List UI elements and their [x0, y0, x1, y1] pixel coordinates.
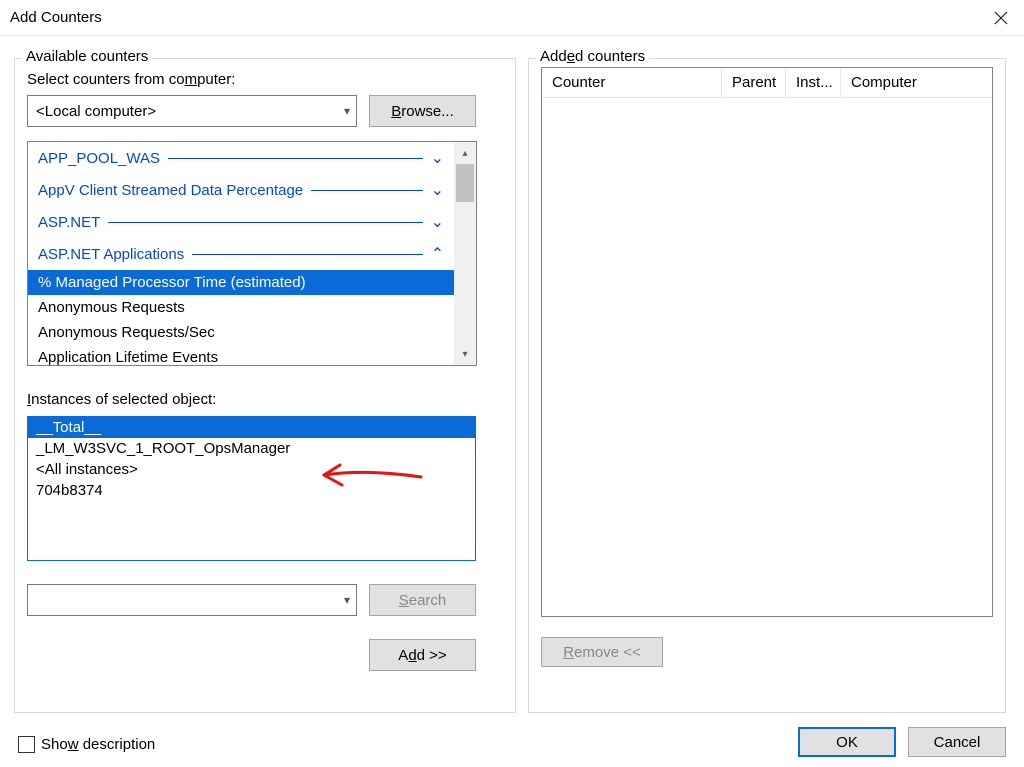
search-combo[interactable]: ▾: [27, 584, 357, 616]
instance-item[interactable]: __Total__: [28, 417, 475, 438]
instance-item[interactable]: <All instances>: [28, 459, 475, 480]
counter-category[interactable]: ASP.NET ⌄: [28, 206, 454, 238]
add-button[interactable]: Add >>: [369, 639, 476, 671]
counter-category[interactable]: APP_POOL_WAS ⌄: [28, 142, 454, 174]
chevron-down-icon: ⌄: [431, 148, 444, 168]
chevron-down-icon: ⌄: [431, 180, 444, 200]
computer-combo-value: <Local computer>: [36, 103, 156, 120]
available-counters-group: Available counters Select counters from …: [14, 58, 516, 713]
scroll-up-icon[interactable]: ▴: [454, 142, 476, 164]
ok-button[interactable]: OK: [798, 727, 896, 757]
select-computer-label: Select counters from computer:: [27, 71, 235, 88]
titlebar: Add Counters: [0, 0, 1024, 36]
col-computer[interactable]: Computer: [841, 68, 992, 98]
scroll-thumb[interactable]: [456, 164, 474, 202]
close-button[interactable]: [978, 0, 1024, 36]
counters-listbox[interactable]: APP_POOL_WAS ⌄ AppV Client Streamed Data…: [27, 141, 477, 366]
remove-button[interactable]: Remove <<: [541, 637, 663, 667]
added-counters-group: Added counters Counter Parent Inst... Co…: [528, 58, 1006, 713]
chevron-down-icon: ▾: [344, 104, 350, 118]
col-instance[interactable]: Inst...: [786, 68, 841, 98]
computer-combo[interactable]: <Local computer> ▾: [27, 95, 357, 127]
available-counters-label: Available counters: [22, 48, 152, 65]
instances-listbox[interactable]: __Total__ _LM_W3SVC_1_ROOT_OpsManager <A…: [27, 416, 476, 561]
counter-item[interactable]: % Managed Processor Time (estimated): [28, 270, 454, 295]
chevron-up-icon: ⌃: [431, 244, 444, 264]
counters-list-inner: APP_POOL_WAS ⌄ AppV Client Streamed Data…: [28, 142, 454, 365]
close-icon: [994, 11, 1008, 25]
window-title: Add Counters: [10, 9, 102, 26]
counter-item[interactable]: Anonymous Requests: [28, 295, 454, 320]
add-counters-dialog: Add Counters Available counters Select c…: [0, 0, 1024, 767]
counter-category[interactable]: ASP.NET Applications ⌃: [28, 238, 454, 270]
counter-item[interactable]: Anonymous Requests/Sec: [28, 320, 454, 345]
col-parent[interactable]: Parent: [722, 68, 786, 98]
cancel-button[interactable]: Cancel: [908, 727, 1006, 757]
checkbox-icon[interactable]: [18, 736, 35, 753]
scrollbar[interactable]: ▴ ▾: [454, 142, 476, 365]
counter-category[interactable]: AppV Client Streamed Data Percentage ⌄: [28, 174, 454, 206]
col-counter[interactable]: Counter: [542, 68, 722, 98]
dialog-body: Available counters Select counters from …: [0, 36, 1024, 717]
counter-item[interactable]: Application Lifetime Events: [28, 345, 454, 366]
scroll-down-icon[interactable]: ▾: [454, 343, 476, 365]
added-counters-table[interactable]: Counter Parent Inst... Computer: [541, 67, 993, 617]
instance-item[interactable]: 704b8374: [28, 480, 475, 501]
search-button[interactable]: Search: [369, 584, 476, 616]
table-header: Counter Parent Inst... Computer: [542, 68, 992, 98]
instance-item[interactable]: _LM_W3SVC_1_ROOT_OpsManager: [28, 438, 475, 459]
instances-label: Instances of selected object:: [27, 391, 216, 408]
show-description-checkbox[interactable]: Show description: [18, 736, 155, 753]
chevron-down-icon: ▾: [344, 593, 350, 607]
chevron-down-icon: ⌄: [431, 212, 444, 232]
added-counters-label: Added counters: [536, 48, 649, 65]
browse-button[interactable]: Browse...: [369, 95, 476, 127]
show-description-label: Show description: [41, 736, 155, 753]
